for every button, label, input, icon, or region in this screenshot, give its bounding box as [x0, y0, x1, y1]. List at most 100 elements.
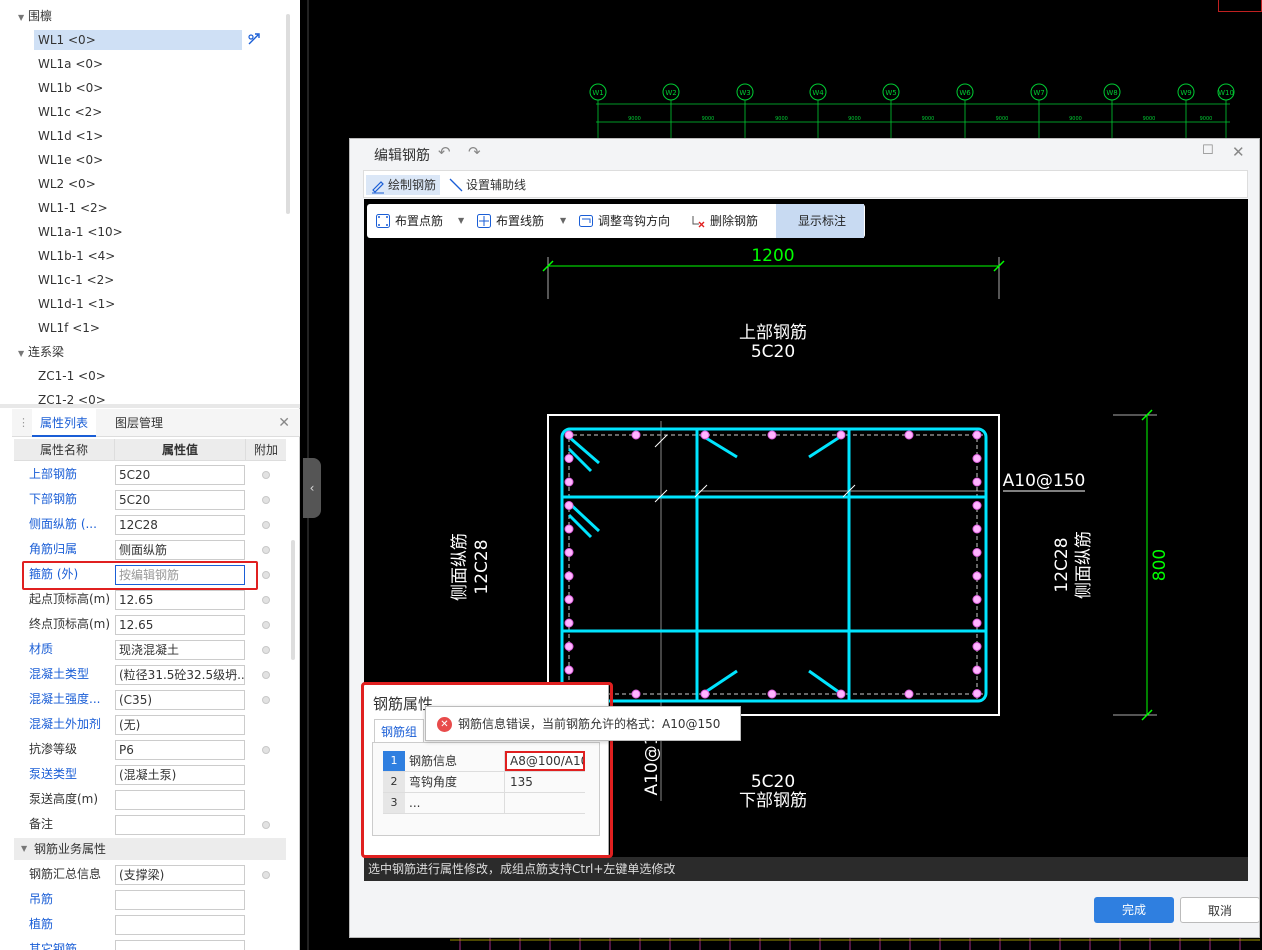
collapse-panel-button[interactable]: ‹ — [303, 458, 321, 518]
close-icon[interactable]: ✕ — [278, 409, 290, 437]
property-value-field[interactable] — [115, 940, 245, 950]
extra-checkbox[interactable] — [262, 671, 270, 679]
tree-item[interactable]: WL2 <0> — [34, 174, 242, 194]
extra-checkbox[interactable] — [262, 471, 270, 479]
property-name[interactable]: 侧面纵筋 (... — [29, 512, 115, 537]
property-value-field[interactable]: 12C28 — [115, 515, 245, 535]
extra-checkbox[interactable] — [262, 596, 270, 604]
tab-set-guide[interactable]: 设置辅助线 — [444, 175, 530, 195]
property-name[interactable]: 其它钢筋 — [29, 937, 115, 950]
tab-property-list[interactable]: 属性列表 — [32, 409, 97, 437]
rebar-point — [564, 618, 574, 628]
maximize-icon[interactable]: ☐ — [1202, 143, 1214, 158]
redo-icon[interactable]: ↷ — [468, 143, 481, 161]
tree-item[interactable]: WL1d <1> — [34, 126, 242, 146]
extra-checkbox[interactable] — [262, 821, 270, 829]
stirrup-hook — [808, 433, 844, 459]
property-value-field[interactable]: (粒径31.5砼32.5级坍... — [115, 665, 245, 685]
property-name[interactable]: 角筋归属 — [29, 537, 115, 562]
axis-span-label: 9000 — [1200, 116, 1213, 122]
property-scrollbar[interactable] — [291, 540, 295, 660]
property-value-field[interactable]: 侧面纵筋 — [115, 540, 245, 560]
delete-rebar-button[interactable]: 删除钢筋 — [688, 204, 758, 238]
property-name[interactable]: 吊筋 — [29, 887, 115, 912]
finish-button[interactable]: 完成 — [1094, 897, 1174, 923]
bottom-rebar-value: 5C20 — [751, 772, 795, 792]
property-value-field[interactable] — [115, 890, 245, 910]
rebar-point — [564, 665, 574, 675]
property-name[interactable]: 混凝土强度... — [29, 687, 115, 712]
tree-item[interactable]: WL1d-1 <1> — [34, 294, 242, 314]
tree-item[interactable]: WL1c <2> — [34, 102, 242, 122]
extra-checkbox[interactable] — [262, 521, 270, 529]
extra-checkbox[interactable] — [262, 621, 270, 629]
extra-checkbox[interactable] — [262, 696, 270, 704]
property-row: 混凝土强度... (C35) — [14, 687, 286, 712]
extra-checkbox[interactable] — [262, 496, 270, 504]
dropdown-arrow-icon[interactable]: ▼ — [458, 204, 464, 238]
tab-draw-rebar[interactable]: 绘制钢筋 — [366, 175, 441, 195]
property-name[interactable]: 混凝土类型 — [29, 662, 115, 687]
tree-scrollbar[interactable] — [286, 14, 290, 214]
close-icon[interactable]: ✕ — [1232, 143, 1245, 161]
axis-span-label: 9000 — [628, 116, 641, 122]
tree-item[interactable]: ZC1-1 <0> — [34, 366, 242, 386]
tree-group-1[interactable]: ▼ 围檩 — [18, 6, 52, 26]
dropdown-arrow-icon[interactable]: ▼ — [560, 204, 566, 238]
property-row: 抗渗等级 P6 — [14, 737, 286, 762]
property-value-field[interactable]: (支撑梁) — [115, 865, 245, 885]
extra-checkbox[interactable] — [262, 746, 270, 754]
tab-layer-management[interactable]: 图层管理 — [115, 409, 163, 437]
tree-item[interactable]: WL1b-1 <4> — [34, 246, 242, 266]
cancel-button[interactable]: 取消 — [1180, 897, 1260, 923]
property-value-field[interactable]: 12.65 — [115, 615, 245, 635]
property-value-field[interactable]: (C35) — [115, 690, 245, 710]
rebar-point — [972, 430, 982, 440]
property-value-field[interactable]: P6 — [115, 740, 245, 760]
tree-item[interactable]: WL1c-1 <2> — [34, 270, 242, 290]
tree-item[interactable]: WL1f <1> — [34, 318, 242, 338]
property-value-field[interactable]: 5C20 — [115, 490, 245, 510]
splitter[interactable] — [0, 404, 300, 408]
tree-item[interactable]: WL1a <0> — [34, 54, 242, 74]
property-value-field[interactable]: (无) — [115, 715, 245, 735]
property-name[interactable]: 泵送类型 — [29, 762, 115, 787]
point-rebar-icon — [376, 214, 390, 228]
extra-checkbox[interactable] — [262, 646, 270, 654]
pick-icon[interactable] — [246, 31, 262, 47]
property-value-field[interactable]: 12.65 — [115, 590, 245, 610]
tree-group-2[interactable]: ▼ 连系梁 — [18, 342, 64, 362]
property-name[interactable]: 上部钢筋 — [29, 462, 115, 487]
place-point-rebar-button[interactable]: 布置点筋 — [373, 204, 443, 238]
property-name[interactable]: 混凝土外加剂 — [29, 712, 115, 737]
adjust-hook-button[interactable]: 调整弯钩方向 — [576, 204, 670, 238]
tree-item[interactable]: WL1e <0> — [34, 150, 242, 170]
tree-item[interactable]: WL1 <0> — [34, 30, 242, 50]
extra-checkbox[interactable] — [262, 571, 270, 579]
property-name[interactable]: 材质 — [29, 637, 115, 662]
tree-item[interactable]: ZC1-2 <0> — [34, 390, 242, 404]
property-value-field[interactable]: 5C20 — [115, 465, 245, 485]
section-rebar-business[interactable]: ▼ 钢筋业务属性 — [14, 838, 286, 860]
tree-item[interactable]: WL1a-1 <10> — [34, 222, 242, 242]
guide-line-icon — [449, 178, 463, 192]
caret-down-icon: ▼ — [18, 349, 25, 358]
show-annotation-button[interactable]: 显示标注 — [776, 204, 865, 238]
stirrup-label: A10@150 — [1003, 471, 1086, 491]
place-line-rebar-button[interactable]: 布置线筋 — [474, 204, 544, 238]
extra-checkbox[interactable] — [262, 546, 270, 554]
rebar-point — [564, 642, 574, 651]
component-tree: ▼ 围檩 WL1 <0> WL1a <0> WL1b <0> WL1c <2> WL1d … — [0, 0, 300, 404]
property-value-field[interactable]: (混凝土泵) — [115, 765, 245, 785]
undo-icon[interactable]: ↶ — [438, 143, 451, 161]
property-name[interactable]: 植筋 — [29, 912, 115, 937]
tree-item[interactable]: WL1b <0> — [34, 78, 242, 98]
property-value-field[interactable] — [115, 915, 245, 935]
extra-checkbox[interactable] — [262, 871, 270, 879]
rebar-point — [564, 430, 574, 440]
property-name[interactable]: 下部钢筋 — [29, 487, 115, 512]
tree-item[interactable]: WL1-1 <2> — [34, 198, 242, 218]
property-value-field[interactable] — [115, 790, 245, 810]
property-value-field[interactable] — [115, 815, 245, 835]
property-value-field[interactable]: 现浇混凝土 — [115, 640, 245, 660]
